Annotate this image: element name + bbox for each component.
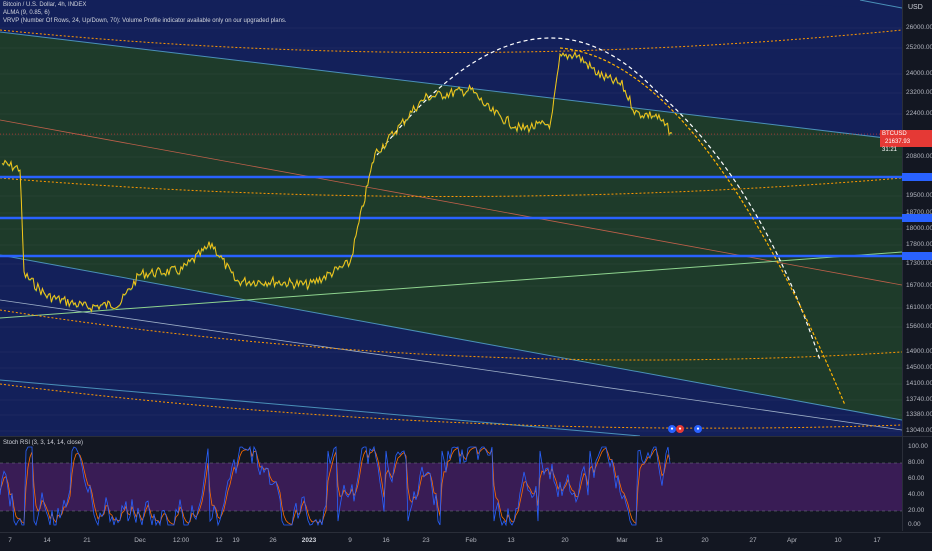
price-tick-label: 22400.00 (906, 110, 932, 117)
price-tick-label: 17800.00 (906, 241, 932, 248)
oscillator-tick-label: 40.00 (908, 491, 924, 498)
overbought-oversold-band (0, 463, 902, 511)
price-tick-label: 18000.00 (906, 225, 932, 232)
time-tick-label: 27 (749, 537, 756, 544)
price-chart-pane[interactable]: Bitcoin / U.S. Dollar, 4h, INDEX ALMA (9… (0, 0, 902, 436)
time-tick-label: 21 (83, 537, 90, 544)
time-tick-label: Apr (787, 537, 797, 544)
time-tick-label: 13 (655, 537, 662, 544)
time-tick-label: 17 (873, 537, 880, 544)
time-tick-label: 12:00 (173, 537, 189, 544)
price-tick-label: 16100.00 (906, 304, 932, 311)
vrvp-legend[interactable]: VRVP (Number Of Rows, 24, Up/Down, 70): … (3, 18, 287, 24)
oscillator-tick-label: 0.00 (908, 521, 921, 528)
time-tick-label: 20 (561, 537, 568, 544)
last-price-value: 21637.93 (885, 139, 910, 145)
price-tick-label: 14100.00 (906, 380, 932, 387)
last-price-tag: BTCUSD 21637.93 31:21 (880, 130, 932, 147)
time-tick-label: 16 (382, 537, 389, 544)
event-flag-icon[interactable]: ● (668, 425, 676, 433)
price-tick-label: 20800.00 (906, 153, 932, 160)
price-tick-label: 14900.00 (906, 348, 932, 355)
price-tick-label: 16700.00 (906, 282, 932, 289)
time-tick-label: 26 (269, 537, 276, 544)
time-tick-label: 14 (43, 537, 50, 544)
price-tick-label: 17300.00 (906, 260, 932, 267)
level-tag (902, 214, 932, 222)
price-tick-label: 14500.00 (906, 364, 932, 371)
time-axis[interactable]: 7 14 21 Dec 12:00 12 19 26 2023 9 16 23 Feb 13 20 Mar 13… (0, 532, 932, 551)
oscillator-tick-label: 60.00 (908, 475, 924, 482)
price-tick-label: 13740.00 (906, 396, 932, 403)
time-tick-label: Feb (465, 537, 476, 544)
time-tick-label: Mar (616, 537, 627, 544)
last-price-symbol: BTCUSD (882, 131, 907, 137)
oscillator-tick-label: 100.00 (908, 443, 928, 450)
oscillator-axis[interactable]: 100.00 80.00 60.00 40.00 20.00 0.00 (902, 437, 932, 531)
symbol-legend[interactable]: Bitcoin / U.S. Dollar, 4h, INDEX (3, 2, 86, 8)
time-tick-label: 19 (232, 537, 239, 544)
level-tag (902, 173, 932, 181)
stoch-rsi-legend[interactable]: Stoch RSI (3, 3, 14, 14, close) (3, 440, 83, 446)
price-tick-label: 23200.00 (906, 89, 932, 96)
time-tick-label: 12 (215, 537, 222, 544)
oscillator-tick-label: 20.00 (908, 507, 924, 514)
price-tick-label: 25200.00 (906, 44, 932, 51)
price-tick-label: 24000.00 (906, 70, 932, 77)
event-flag-icon[interactable]: ● (694, 425, 702, 433)
time-tick-label: 20 (701, 537, 708, 544)
level-tag (902, 252, 932, 260)
oscillator-tick-label: 80.00 (908, 459, 924, 466)
event-flag-icon[interactable]: ● (676, 425, 684, 433)
time-tick-label: 9 (348, 537, 352, 544)
price-tick-label: 26000.00 (906, 24, 932, 31)
currency-label: USD (908, 4, 923, 11)
time-tick-label: 13 (507, 537, 514, 544)
stoch-rsi-canvas[interactable] (0, 437, 902, 531)
price-tick-label: 19500.00 (906, 192, 932, 199)
alma-legend[interactable]: ALMA (9, 0.85, 6) (3, 10, 50, 16)
time-tick-label: Dec (134, 537, 146, 544)
price-chart-canvas[interactable] (0, 0, 902, 436)
time-tick-label: 7 (8, 537, 12, 544)
bar-countdown: 31:21 (882, 146, 932, 154)
price-tick-label: 15600.00 (906, 323, 932, 330)
price-tick-label: 13380.00 (906, 411, 932, 418)
price-tick-label: 13040.00 (906, 427, 932, 434)
time-tick-label: 2023 (302, 537, 316, 544)
time-tick-label: 23 (422, 537, 429, 544)
time-tick-label: 10 (834, 537, 841, 544)
stoch-rsi-pane[interactable]: Stoch RSI (3, 3, 14, 14, close) (0, 437, 902, 531)
